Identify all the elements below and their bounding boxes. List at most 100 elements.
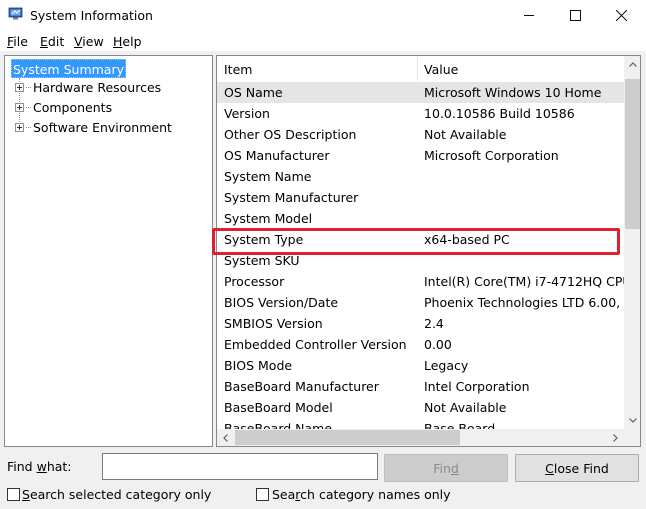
list-row[interactable]: System Name [217, 166, 624, 187]
chevron-down-icon [628, 418, 637, 423]
search-category-names-checkbox[interactable] [256, 488, 269, 501]
menu-file-label: ile [13, 34, 28, 49]
list-row[interactable]: OS Name Microsoft Windows 10 Home [217, 82, 624, 103]
minimize-button[interactable] [506, 0, 552, 31]
scroll-left-button[interactable] [217, 429, 234, 446]
find-button-accel: d [450, 460, 459, 476]
chevron-left-icon [223, 433, 228, 442]
list-row[interactable]: Processor Intel(R) Core(TM) i7-4712HQ CPU… [217, 271, 640, 292]
row-item: Version [224, 106, 270, 121]
find-what-label: Find what: [7, 459, 72, 474]
chk2-label: ch category names only [300, 487, 451, 502]
menu-view[interactable]: View [74, 34, 104, 49]
row-value: 0.00 [424, 337, 452, 352]
maximize-button[interactable] [552, 0, 598, 31]
close-icon [615, 10, 627, 21]
chk1-accel: S [22, 487, 30, 502]
row-value: Microsoft Windows 10 Home [424, 85, 602, 100]
menu-edit[interactable]: Edit [40, 34, 64, 49]
row-value: 2.4 [424, 316, 444, 331]
menu-edit-accel: E [40, 34, 48, 49]
minimize-icon [523, 15, 534, 16]
tree-item-system-summary[interactable]: System Summary [11, 59, 126, 78]
chevron-up-icon [628, 62, 637, 67]
scroll-right-button[interactable] [607, 429, 624, 446]
menu-edit-label: dit [47, 34, 65, 49]
find-button[interactable]: Fin d [384, 454, 508, 482]
list-row[interactable]: BaseBoard Manufacturer Intel Corporation [217, 376, 624, 397]
list-row[interactable]: Version 10.0.10586 Build 10586 [217, 103, 624, 124]
row-item: System Model [224, 211, 313, 226]
row-value: Intel Corporation [424, 379, 530, 394]
list-row[interactable]: System Model [217, 208, 624, 229]
find-what-input[interactable] [102, 453, 378, 480]
horizontal-scrollbar[interactable] [217, 429, 624, 446]
list-row[interactable]: BaseBoard Model Not Available [217, 397, 624, 418]
row-item: System Manufacturer [224, 190, 359, 205]
tree-item-components[interactable]: Components [15, 98, 112, 117]
row-value: 10.0.10586 Build 10586 [424, 106, 575, 121]
scroll-down-button[interactable] [624, 412, 640, 429]
maximize-icon [569, 10, 581, 21]
vertical-scroll-thumb[interactable] [625, 79, 640, 229]
column-header-value[interactable]: Value [424, 62, 458, 77]
menu-file[interactable]: File [7, 34, 28, 49]
close-button[interactable] [598, 0, 644, 31]
search-category-names-label[interactable]: Search category names only [272, 487, 451, 502]
chevron-right-icon [613, 433, 618, 442]
list-row[interactable]: OS Manufacturer Microsoft Corporation [217, 145, 624, 166]
menu-view-label: iew [82, 34, 104, 49]
row-value: Not Available [424, 127, 507, 142]
row-item: Other OS Description [224, 127, 357, 142]
horizontal-scroll-thumb[interactable] [235, 430, 460, 445]
title-bar: System Information [0, 0, 646, 31]
close-find-accel: C [545, 460, 554, 476]
tree-dots [26, 127, 31, 128]
system-type-highlight-box [212, 228, 620, 255]
list-row[interactable]: Embedded Controller Version 0.00 [217, 334, 624, 355]
find-label-post: hat: [46, 459, 72, 474]
tree-item-label: Components [33, 100, 113, 115]
column-header-item[interactable]: Item [224, 62, 252, 77]
row-value: Intel(R) Core(TM) i7-4712HQ CPU @ [424, 274, 641, 289]
list-row[interactable]: BIOS Version/Date Phoenix Technologies LT… [217, 292, 640, 313]
expand-icon[interactable] [15, 103, 24, 112]
row-item: BIOS Version/Date [224, 295, 339, 310]
list-row[interactable]: System Manufacturer [217, 187, 624, 208]
expand-icon[interactable] [15, 123, 24, 132]
window-title: System Information [30, 8, 153, 23]
list-row[interactable]: Other OS Description Not Available [217, 124, 624, 145]
row-value: Legacy [424, 358, 469, 373]
search-selected-category-checkbox[interactable] [7, 488, 20, 501]
menu-bar: File Edit View Help [0, 31, 646, 51]
close-find-button[interactable]: Close Find [515, 454, 639, 482]
row-item: System SKU [224, 253, 300, 268]
row-item: BIOS Mode [224, 358, 293, 373]
find-button-label-pre: Fin [433, 460, 451, 476]
category-tree: System Summary Hardware Resources Compon… [4, 55, 213, 447]
column-divider[interactable] [417, 56, 418, 81]
expand-icon[interactable] [15, 83, 24, 92]
close-find-label: lose Find [553, 460, 609, 476]
row-value: Phoenix Technologies LTD 6.00, 7/2 [424, 295, 641, 310]
list-header: Item Value [217, 56, 624, 81]
find-label-accel: w [36, 459, 47, 474]
scroll-up-button[interactable] [624, 56, 640, 73]
search-selected-category-label[interactable]: Search selected category only [22, 487, 211, 502]
list-row[interactable]: BIOS Mode Legacy [217, 355, 624, 376]
list-rows: OS Name Microsoft Windows 10 Home Version 1… [217, 82, 640, 439]
row-value: Not Available [424, 400, 507, 415]
menu-help-accel: H [113, 34, 123, 49]
row-item: BaseBoard Manufacturer [224, 379, 379, 394]
tree-item-software-environment[interactable]: Software Environment [15, 118, 172, 137]
vertical-scrollbar[interactable] [624, 56, 640, 429]
tree-item-label: Hardware Resources [33, 80, 162, 95]
row-item: System Name [224, 169, 312, 184]
row-item: OS Name [224, 85, 283, 100]
tree-item-hardware-resources[interactable]: Hardware Resources [15, 78, 161, 97]
tree-dots [26, 87, 31, 88]
menu-help[interactable]: Help [113, 34, 142, 49]
list-row[interactable]: SMBIOS Version 2.4 [217, 313, 624, 334]
system-information-icon [8, 7, 23, 20]
tree-dots [26, 107, 31, 108]
